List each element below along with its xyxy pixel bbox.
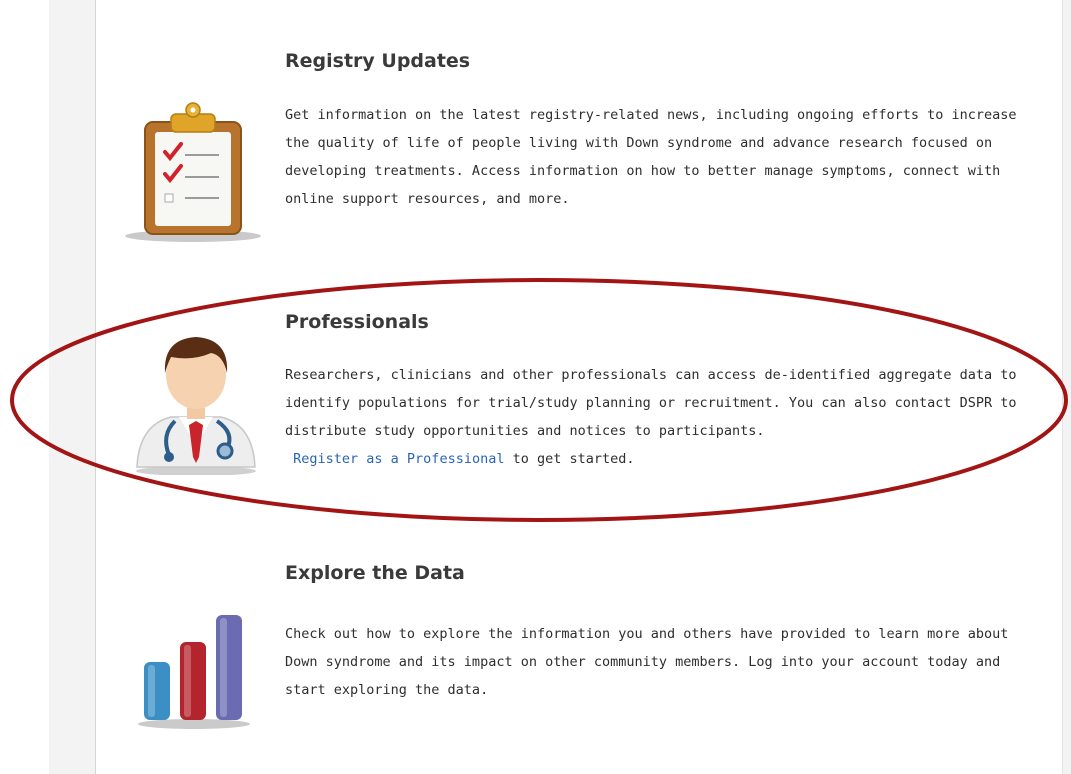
section-title: Explore the Data — [285, 562, 465, 584]
section-title: Registry Updates — [285, 50, 471, 72]
section-description: Researchers, clinicians and other profes… — [285, 361, 1025, 473]
description-text: Researchers, clinicians and other profes… — [285, 367, 1017, 439]
bar-chart-icon — [136, 610, 256, 730]
icon-bar-blue-highlight — [148, 665, 155, 717]
left-gutter — [0, 0, 49, 774]
register-professional-link[interactable]: Register as a Professional — [293, 451, 504, 467]
section-explore-data: Explore the Data Check out how to explor… — [96, 555, 1064, 774]
icon-shadow — [138, 719, 250, 729]
icon-bar-purple — [216, 615, 242, 720]
section-description: Get information on the latest registry-r… — [285, 107, 1017, 207]
icon-bar-red-highlight — [184, 645, 191, 717]
section-registry-updates: Registry Updates Get information on the … — [96, 0, 1064, 260]
icon-bar-purple-highlight — [220, 618, 227, 717]
clipboard-checklist-icon — [121, 100, 269, 245]
section-description: Check out how to explore the information… — [285, 626, 1009, 698]
icon-bar-red — [180, 642, 206, 720]
link-suffix-text: to get started. — [504, 451, 635, 467]
section-professionals: Professionals Researchers, clinicians an… — [96, 280, 1064, 520]
content-panel: Registry Updates Get information on the … — [95, 0, 1063, 774]
icon-bar-blue — [144, 662, 170, 720]
section-title: Professionals — [285, 311, 429, 333]
doctor-avatar-icon — [131, 325, 261, 476]
